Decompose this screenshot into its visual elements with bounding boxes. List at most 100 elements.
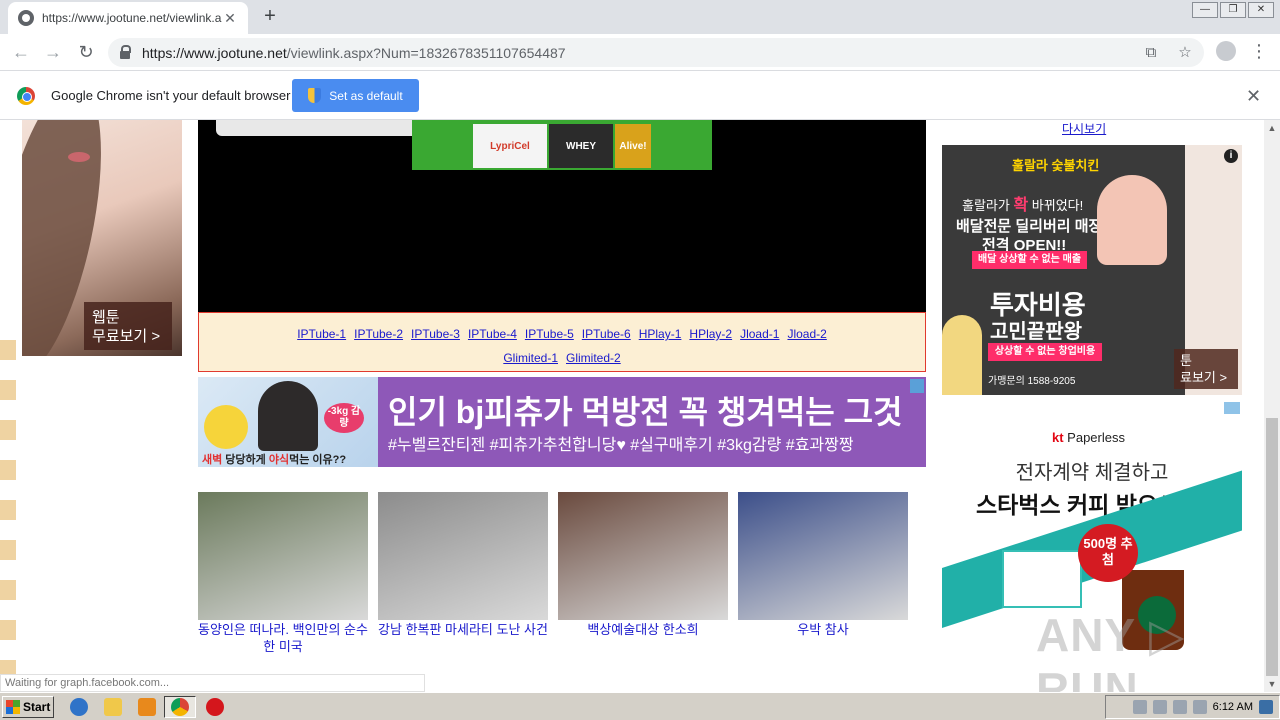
system-tray: 6:12 AM	[1105, 695, 1280, 719]
product-lypricel: LypriCel	[473, 124, 547, 168]
webtoon-badge[interactable]: 웹툰 무료보기 >	[84, 302, 172, 350]
scrollbar-thumb[interactable]	[1266, 418, 1278, 676]
replay-link[interactable]: 다시보기	[1062, 120, 1106, 137]
ad-pill-1: 배달 상상할 수 없는 매출	[972, 251, 1087, 269]
kebab-menu-icon[interactable]: ⋮	[1250, 41, 1268, 62]
tray-expand-icon[interactable]	[1132, 700, 1147, 714]
browser-tab[interactable]: https://www.jootune.net/viewlink.a ✕	[8, 2, 248, 34]
infobar-close-icon[interactable]: ✕	[1246, 86, 1261, 107]
article-card[interactable]: 강남 한복판 마세라티 도난 사건	[378, 492, 548, 638]
window-controls: — ❐ ✕	[1192, 2, 1274, 18]
mirror-link[interactable]: Glimited-2	[566, 351, 621, 365]
article-caption[interactable]: 백상예술대상 한소희	[558, 621, 728, 638]
profile-avatar-icon[interactable]	[1216, 41, 1236, 61]
mirror-link[interactable]: IPTube-2	[354, 327, 403, 341]
ie-icon[interactable]	[70, 698, 88, 716]
article-caption[interactable]: 우박 참사	[738, 621, 908, 638]
article-card[interactable]: 동양인은 떠나라. 백인만의 순수한 미국	[198, 492, 368, 655]
product-ad[interactable]: LypriCel WHEY Alive!	[412, 120, 712, 170]
diet-banner-ad[interactable]: -3kg 감량 새벽 당당하게 야식먹는 이유?? 인기 bj피츄가 먹방전 꼭…	[198, 377, 926, 467]
right-webtoon-badge[interactable]: 툰 료보기 >	[1174, 349, 1238, 389]
ad-phone: 가맹문의 1588-9205	[988, 376, 1076, 387]
webtoon-badge-line1: 웹툰	[92, 309, 120, 326]
article-card[interactable]: 백상예술대상 한소희	[558, 492, 728, 638]
mirror-link[interactable]: IPTube-1	[297, 327, 346, 341]
person-image	[258, 381, 318, 451]
set-default-button[interactable]: Set as default	[292, 79, 419, 112]
article-thumbnail[interactable]	[558, 492, 728, 620]
show-desktop-icon[interactable]	[1259, 700, 1273, 714]
left-webtoon-ad[interactable]: 웹툰 무료보기 >	[22, 120, 182, 356]
article-thumbnail[interactable]	[738, 492, 908, 620]
media-player-icon[interactable]	[138, 698, 156, 716]
back-arrow-icon[interactable]: ←	[10, 41, 32, 63]
chrome-logo-icon	[17, 87, 35, 105]
article-thumbnail[interactable]	[198, 492, 368, 620]
new-tab-button[interactable]: +	[258, 5, 282, 28]
tab-close-icon[interactable]: ✕	[222, 10, 238, 27]
status-bubble: Waiting for graph.facebook.com...	[0, 674, 425, 692]
vertical-scrollbar[interactable]: ▲ ▼	[1264, 120, 1280, 692]
minimize-button[interactable]: —	[1192, 2, 1218, 18]
related-articles: 동양인은 떠나라. 백인만의 순수한 미국 강남 한복판 마세라티 도난 사건 …	[198, 492, 918, 662]
mirror-link[interactable]: IPTube-4	[468, 327, 517, 341]
mirror-link[interactable]: IPTube-5	[525, 327, 574, 341]
antivirus-icon[interactable]	[206, 698, 224, 716]
browser-toolbar: ← → ↻ https://www.jootune.net/viewlink.a…	[0, 34, 1280, 71]
anyrun-watermark: ANY ▷ RUN	[1036, 609, 1186, 692]
globe-icon	[18, 10, 34, 26]
volume-icon[interactable]	[1152, 700, 1167, 714]
mirror-link[interactable]: IPTube-6	[582, 327, 631, 341]
mirror-link[interactable]: HPlay-2	[689, 327, 732, 341]
ad-pill-2: 상상할 수 없는 창업비용	[988, 343, 1102, 361]
set-default-label: Set as default	[329, 88, 403, 103]
pikachu-image	[204, 405, 248, 449]
lock-icon[interactable]	[120, 44, 131, 59]
bookmark-star-icon[interactable]: ☆	[1176, 44, 1194, 62]
ad-illustration-detail	[68, 152, 90, 162]
webtoon-badge-line2: 무료보기 >	[92, 328, 161, 345]
ad-info-icon[interactable]: i	[1224, 149, 1238, 163]
tab-title: https://www.jootune.net/viewlink.a	[42, 11, 222, 25]
windows-taskbar: Start 6:12 AM	[0, 692, 1280, 720]
ad-brand: 훌랄라 숯불치킨	[1012, 158, 1100, 173]
blocked-popup-icon[interactable]: ⧉	[1142, 44, 1160, 62]
mirror-link[interactable]: Jload-2	[787, 327, 826, 341]
address-bar[interactable]: https://www.jootune.net/viewlink.aspx?Nu…	[108, 38, 1204, 67]
folder-icon[interactable]	[104, 698, 122, 716]
article-card[interactable]: 우박 참사	[738, 492, 908, 638]
restore-button[interactable]: ❐	[1220, 2, 1246, 18]
right-webtoon-line2: 료보기 >	[1180, 370, 1228, 385]
mirror-link[interactable]: IPTube-3	[411, 327, 460, 341]
links-row-1: IPTube-1 IPTube-2 IPTube-3 IPTube-4 IPTube-5…	[199, 322, 925, 346]
network-icon[interactable]	[1172, 700, 1187, 714]
page-viewport: 웹툰 무료보기 > LypriCel WHEY Alive! IPTube-1 I…	[0, 120, 1280, 692]
flag-icon[interactable]	[1192, 700, 1207, 714]
player-frame	[216, 120, 426, 136]
mirror-link[interactable]: HPlay-1	[639, 327, 682, 341]
article-thumbnail[interactable]	[378, 492, 548, 620]
product-alive: Alive!	[615, 124, 651, 168]
close-window-button[interactable]: ✕	[1248, 2, 1274, 18]
url-text: https://www.jootune.net/viewlink.aspx?Nu…	[142, 44, 566, 61]
article-caption[interactable]: 동양인은 떠나라. 백인만의 순수한 미국	[198, 621, 368, 655]
default-browser-infobar: Google Chrome isn't your default browser…	[0, 71, 1280, 120]
tab-strip: https://www.jootune.net/viewlink.a ✕ + —…	[0, 0, 1280, 34]
scroll-up-icon[interactable]: ▲	[1264, 120, 1280, 136]
links-row-2: Glimited-1 Glimited-2	[199, 346, 925, 370]
scroll-down-icon[interactable]: ▼	[1264, 676, 1280, 692]
forward-arrow-icon[interactable]: →	[42, 41, 64, 63]
mirror-link[interactable]: Jload-1	[740, 327, 779, 341]
mirror-link[interactable]: Glimited-1	[503, 351, 558, 365]
adchoices-icon[interactable]	[910, 379, 924, 393]
kt-brand: kt Paperless	[1052, 430, 1125, 445]
shield-icon	[308, 88, 322, 103]
adchoices-icon[interactable]	[1224, 402, 1240, 414]
start-button[interactable]: Start	[2, 696, 54, 718]
video-player[interactable]: LypriCel WHEY Alive!	[198, 120, 926, 312]
article-caption[interactable]: 강남 한복판 마세라티 도난 사건	[378, 621, 548, 638]
desktop: https://www.jootune.net/viewlink.a ✕ + —…	[0, 0, 1280, 720]
chrome-taskbar-button[interactable]	[164, 696, 196, 718]
reload-icon[interactable]: ↻	[75, 41, 97, 63]
chicken-franchise-ad[interactable]: 훌랄라 숯불치킨 훌랄라가 확 바뀌었다! 배달전문 딜리버리 매장 전격 OP…	[942, 145, 1242, 395]
